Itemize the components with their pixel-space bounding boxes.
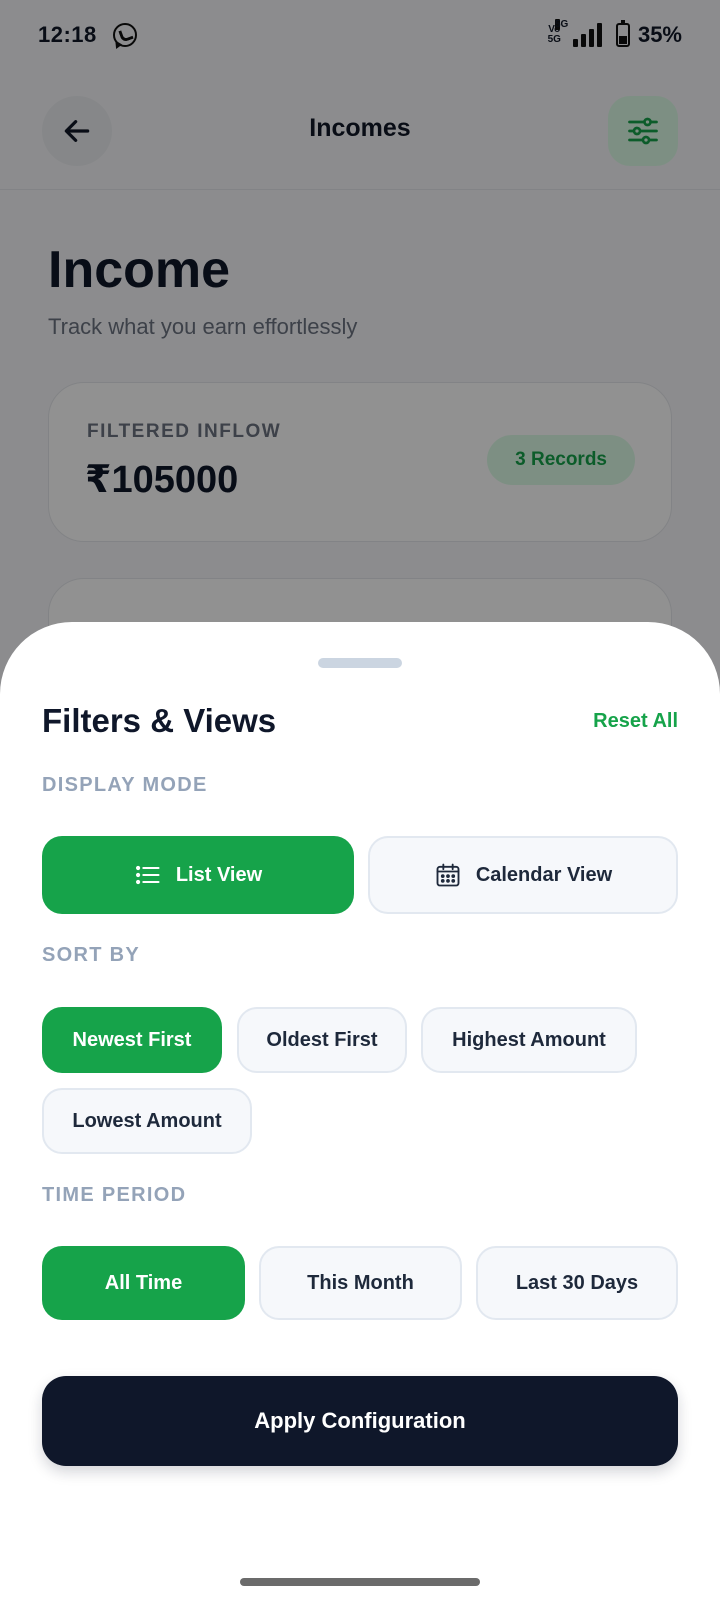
list-icon — [135, 865, 160, 885]
period-last-30-days[interactable]: Last 30 Days — [476, 1246, 678, 1320]
screen: 12:18 Vo 5G 5G 35% Incomes — [0, 0, 720, 1600]
sort-oldest-first[interactable]: Oldest First — [237, 1007, 407, 1073]
filters-bottom-sheet: Filters & Views Reset All DISPLAY MODE L… — [0, 622, 720, 1600]
calendar-icon — [436, 863, 460, 887]
list-view-label: List View — [175, 863, 263, 886]
period-all-time[interactable]: All Time — [42, 1246, 245, 1320]
period-this-month[interactable]: This Month — [259, 1246, 462, 1320]
sort-lowest-amount[interactable]: Lowest Amount — [42, 1088, 252, 1154]
reset-all-button[interactable]: Reset All — [593, 710, 678, 733]
sort-newest-first[interactable]: Newest First — [42, 1007, 222, 1073]
calendar-view-label: Calendar View — [475, 863, 613, 886]
sheet-title: Filters & Views — [42, 702, 277, 739]
home-indicator[interactable] — [240, 1578, 480, 1586]
calendar-view-button[interactable]: Calendar View — [368, 836, 678, 914]
list-view-button[interactable]: List View — [42, 836, 354, 914]
sort-highest-amount[interactable]: Highest Amount — [421, 1007, 637, 1073]
apply-configuration-button[interactable]: Apply Configuration — [42, 1376, 678, 1466]
display-mode-label: DISPLAY MODE — [42, 774, 208, 796]
time-period-label: TIME PERIOD — [42, 1184, 187, 1206]
drag-handle[interactable] — [318, 658, 402, 668]
sort-by-label: SORT BY — [42, 944, 140, 966]
